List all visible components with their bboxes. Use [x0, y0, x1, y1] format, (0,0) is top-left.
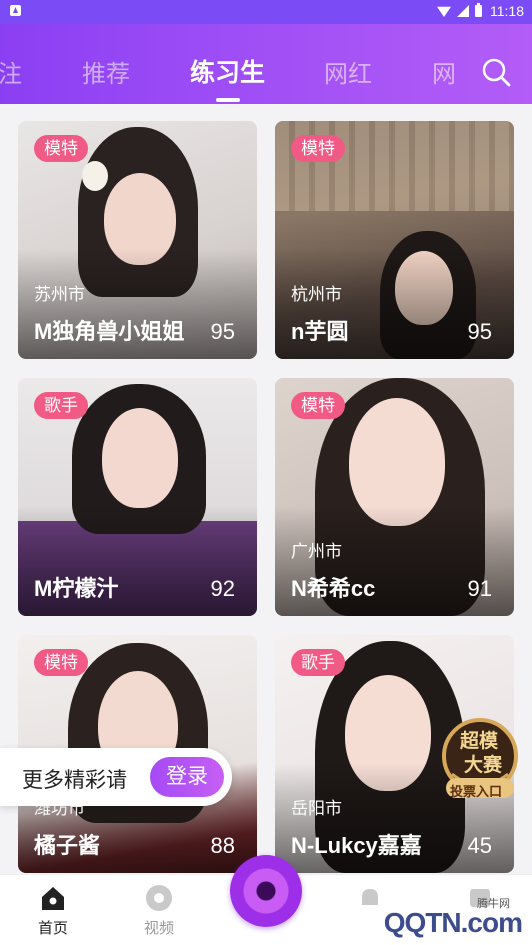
contestant-name: N希希cc: [291, 576, 376, 601]
watermark-logo: QQTN.com: [383, 907, 523, 938]
profile-card[interactable]: 模特 杭州市 n芋圆 95: [275, 121, 514, 359]
video-icon: [146, 885, 172, 911]
score: 45: [467, 833, 492, 858]
tab-recommend[interactable]: 推荐: [82, 54, 130, 89]
nav-home[interactable]: 首页: [23, 883, 83, 938]
contest-entry-badge[interactable]: 超模 大赛 投票入口: [434, 712, 526, 804]
category-tag: 模特: [291, 135, 345, 162]
category-tag: 模特: [291, 392, 345, 419]
nav-video[interactable]: 视频: [129, 883, 189, 938]
contest-title-line2: 大赛: [464, 754, 503, 776]
tab-more[interactable]: 网: [432, 54, 456, 89]
record-button[interactable]: [230, 855, 302, 927]
contest-title-line1: 超模: [460, 730, 499, 752]
bell-icon: [362, 889, 378, 905]
profile-card[interactable]: 模特 广州市 N希希cc 91: [275, 378, 514, 616]
score: 88: [210, 833, 235, 858]
wifi-icon: [437, 6, 451, 17]
profile-card[interactable]: 模特 苏州市 M独角兽小姐姐 95: [18, 121, 257, 359]
active-tab-indicator: [216, 98, 240, 102]
status-bar: 11:18: [0, 0, 532, 24]
signal-icon: [457, 5, 469, 17]
contestant-name: n芋圆: [291, 319, 349, 344]
tab-trainee[interactable]: 练习生: [190, 53, 265, 89]
city-label: 岳阳市: [291, 799, 342, 818]
score: 95: [210, 319, 235, 344]
login-prompt-text: 更多精彩请: [22, 769, 127, 792]
score: 91: [467, 576, 492, 601]
search-icon[interactable]: [480, 56, 512, 88]
nav-home-label: 首页: [37, 920, 68, 937]
status-icons: 11:18: [437, 3, 524, 19]
login-button[interactable]: 登录: [150, 757, 224, 797]
tab-influencer[interactable]: 网红: [324, 54, 372, 89]
city-label: 苏州市: [34, 285, 85, 304]
category-tag: 模特: [34, 135, 88, 162]
contest-entry-label: 投票入口: [450, 784, 503, 799]
clock: 11:18: [490, 3, 524, 19]
score: 95: [467, 319, 492, 344]
score: 92: [210, 576, 235, 601]
category-tag: 歌手: [291, 649, 345, 676]
contestant-name: M独角兽小姐姐: [34, 319, 185, 344]
category-tag: 模特: [34, 649, 88, 676]
top-tab-bar: 注 推荐 练习生 网红 网: [0, 24, 532, 104]
city-label: 杭州市: [291, 285, 342, 304]
notification-icon: [10, 5, 21, 16]
battery-icon: [475, 3, 482, 17]
contestant-name: M柠檬汁: [34, 576, 119, 601]
tab-follow[interactable]: 注: [0, 54, 22, 89]
home-icon: [42, 887, 64, 910]
bottom-navigation: 首页 视频 腾牛网 QQTN.com: [0, 855, 532, 945]
contestant-name: 橘子酱: [34, 833, 101, 858]
category-tag: 歌手: [34, 392, 88, 419]
city-label: 广州市: [291, 542, 342, 561]
nav-video-label: 视频: [143, 920, 174, 937]
contestant-name: N-Lukcy嘉嘉: [291, 833, 422, 858]
profile-card[interactable]: 歌手 M柠檬汁 92: [18, 378, 257, 616]
login-prompt-banner: 更多精彩请 登录: [0, 748, 232, 806]
